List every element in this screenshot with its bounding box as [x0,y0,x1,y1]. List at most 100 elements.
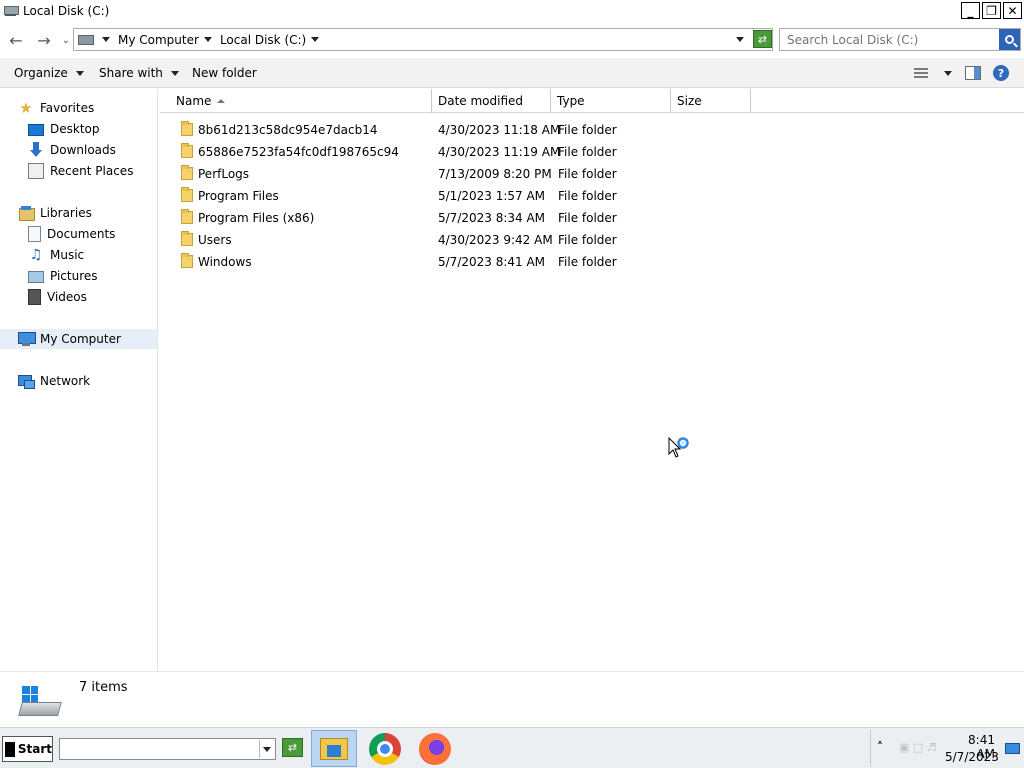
preview-pane-icon[interactable] [965,66,981,80]
start-button[interactable]: Start [2,736,53,762]
file-name: Users [198,233,232,247]
restore-button[interactable]: ❐ [982,2,1001,19]
file-row[interactable]: 65886e7523fa54fc0df198765c94 4/30/2023 11… [160,141,760,163]
column-header-date-modified[interactable]: Date modified [432,89,551,113]
file-type: File folder [558,255,617,269]
breadcrumb-local-disk[interactable]: Local Disk (C:) [220,33,320,47]
file-name: Windows [198,255,252,269]
share-with-button[interactable]: Share with [99,66,179,80]
new-folder-button[interactable]: New folder [192,66,257,80]
folder-icon [181,143,193,158]
refresh-button[interactable]: ⇄ [753,30,772,48]
recent-places-icon [28,163,44,179]
nav-item-downloads[interactable]: Downloads [28,140,116,160]
forward-arrow-icon: → [37,30,51,50]
nav-item-network[interactable]: Network [18,371,90,391]
view-options-dropdown[interactable] [944,71,952,76]
file-name: 65886e7523fa54fc0df198765c94 [198,145,399,159]
folder-icon [181,231,193,246]
folder-icon [181,165,193,180]
file-row[interactable]: PerfLogs 7/13/2009 8:20 PM File folder [160,163,760,185]
search-input[interactable] [780,29,998,50]
nav-item-documents[interactable]: Documents [28,224,115,244]
organize-button[interactable]: Organize [14,66,84,80]
show-hidden-icons-icon[interactable]: ˄ [877,740,883,754]
breadcrumb-my-computer[interactable]: My Computer [118,33,212,47]
file-date-modified: 4/30/2023 9:42 AM [438,233,553,247]
folder-icon [181,121,193,136]
column-header-name[interactable]: Name [170,89,432,113]
forward-button[interactable]: → [34,30,54,50]
downloads-icon [28,142,44,158]
close-button[interactable]: ✕ [1003,2,1022,19]
address-history-dropdown[interactable] [736,37,744,42]
file-row[interactable]: Program Files (x86) 5/7/2023 8:34 AM File … [160,207,760,229]
file-type: File folder [558,123,617,137]
music-icon: ♫ [29,247,43,263]
nav-item-recent-places[interactable]: Recent Places [28,161,133,181]
file-row[interactable]: Users 4/30/2023 9:42 AM File folder [160,229,760,251]
chevron-down-icon[interactable] [203,37,212,42]
window-controls: _ ❐ ✕ [961,2,1022,19]
taskbar-address-input[interactable] [59,738,276,760]
taskbar: Start ⇄ ˄ ▣ □ ♬ 8:41 AM 5/7/2023 [0,727,1024,768]
file-row[interactable]: Windows 5/7/2023 8:41 AM File folder [160,251,760,273]
chevron-down-icon[interactable] [102,37,110,42]
navigation-pane: ★ Favorites Desktop Downloads Recent Pla… [0,89,158,671]
chevron-down-icon: ⌄ [61,34,71,46]
file-list: Name Date modified Type Size 8b61d213c58… [160,89,1024,671]
back-arrow-icon: ← [9,30,23,50]
search-button[interactable] [999,29,1020,50]
chevron-down-icon [170,70,179,76]
file-explorer-icon [320,737,348,760]
start-icon [5,741,15,757]
libraries-icon [18,205,35,221]
address-bar[interactable]: My Computer Local Disk (C:) [73,28,773,51]
taskbar-go-button[interactable]: ⇄ [282,738,303,757]
change-view-icon[interactable] [914,66,930,80]
drive-icon [78,34,94,45]
busy-cursor-icon [668,437,689,458]
file-type: File folder [558,189,617,203]
taskbar-file-explorer[interactable] [311,730,357,767]
column-headers: Name Date modified Type Size [160,89,1024,113]
item-count: 7 items [79,680,128,695]
chevron-down-icon[interactable] [311,37,320,42]
clock-date[interactable]: 5/7/2023 [945,750,999,764]
computer-icon [18,331,36,347]
window-title: Local Disk (C:) [23,4,110,18]
network-icon [18,373,35,389]
address-row: ← → ⌄ My Computer Local Disk (C:) ⇄ [0,26,1024,54]
show-desktop-icon[interactable] [1005,743,1020,754]
go-icon: ⇄ [287,741,298,754]
minimize-button[interactable]: _ [961,2,980,19]
file-row[interactable]: 8b61d213c58dc954e7dacb14 4/30/2023 11:18 … [160,119,760,141]
file-date-modified: 5/7/2023 8:34 AM [438,211,546,225]
nav-favorites[interactable]: ★ Favorites [18,98,94,118]
nav-item-my-computer[interactable]: My Computer [0,329,157,349]
chevron-down-icon [263,746,271,752]
taskbar-firefox[interactable] [412,730,458,767]
file-type: File folder [558,211,617,225]
firefox-icon [419,732,451,765]
tray-icons: ▣ □ ♬ [899,741,937,754]
file-row[interactable]: Program Files 5/1/2023 1:57 AM File folder [160,185,760,207]
file-name: 8b61d213c58dc954e7dacb14 [198,123,378,137]
taskbar-chrome[interactable] [362,730,408,767]
nav-item-desktop[interactable]: Desktop [28,119,100,139]
file-name: PerfLogs [198,167,250,181]
help-icon[interactable]: ? [993,65,1009,81]
column-header-type[interactable]: Type [551,89,671,113]
nav-libraries[interactable]: Libraries [18,203,92,223]
back-button[interactable]: ← [6,30,26,50]
file-date-modified: 7/13/2009 8:20 PM [438,167,552,181]
nav-item-pictures[interactable]: Pictures [28,266,98,286]
desktop-icon [28,124,44,136]
dropdown-button[interactable] [259,740,274,758]
nav-item-music[interactable]: ♫ Music [28,245,84,265]
column-header-size[interactable]: Size [671,89,751,113]
chrome-icon [369,732,401,765]
nav-item-videos[interactable]: Videos [28,287,87,307]
pictures-icon [28,271,44,283]
command-bar: Organize Share with New folder ? [0,58,1024,88]
